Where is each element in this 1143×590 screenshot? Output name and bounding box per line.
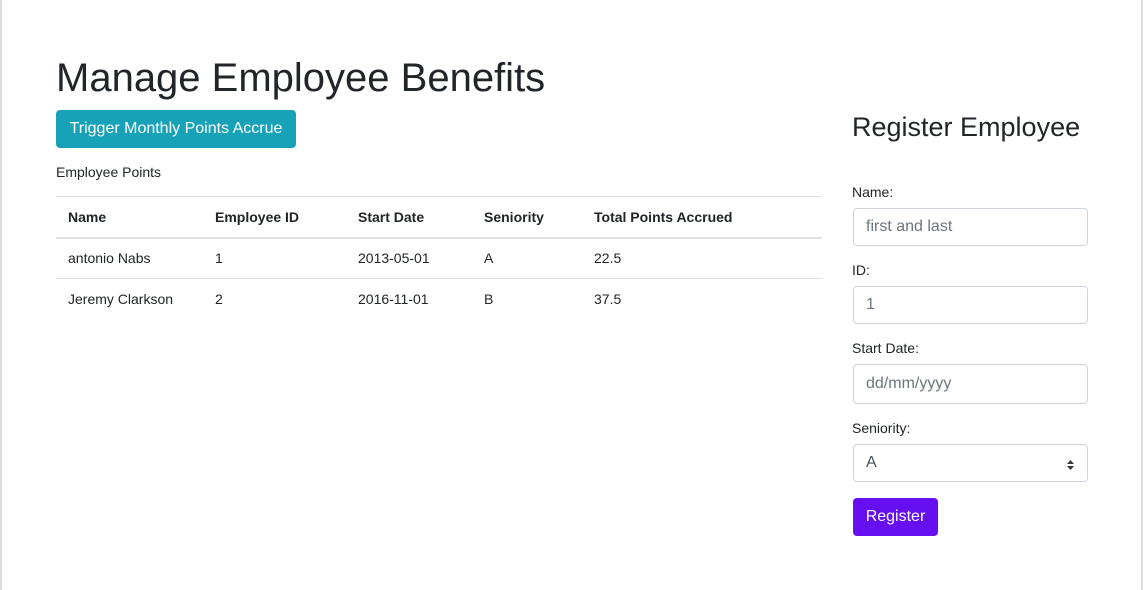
table-row: Jeremy Clarkson 2 2016-11-01 B 37.5 [56, 279, 822, 320]
page: Manage Employee Benefits Trigger Monthly… [0, 0, 1143, 590]
register-title: Register Employee [852, 112, 1081, 142]
id-label: ID: [852, 262, 870, 278]
register-button[interactable]: Register [853, 498, 938, 536]
cell-seniority: A [472, 237, 582, 279]
employee-points-caption: Employee Points [56, 164, 162, 180]
cell-employee-id: 2 [215, 291, 223, 308]
select-caret-icon [1066, 458, 1075, 470]
column-header-employee-id: Employee ID [203, 196, 346, 239]
cell-total-points: 22.5 [582, 237, 822, 279]
seniority-select[interactable]: A [853, 444, 1088, 482]
seniority-selected-value: A [866, 454, 877, 471]
column-header-total-points: Total Points Accrued [582, 196, 822, 239]
page-title: Manage Employee Benefits [56, 56, 546, 100]
name-input[interactable] [853, 208, 1088, 246]
cell-employee-id: 1 [203, 237, 346, 279]
seniority-label: Seniority: [852, 420, 911, 436]
cell-name: Jeremy Clarkson [68, 291, 174, 308]
name-label: Name: [852, 184, 894, 200]
table-row: antonio Nabs 1 2013-05-01 A 22.5 [56, 237, 822, 279]
table-header-row: Name Employee ID Start Date Seniority To… [56, 196, 822, 239]
cell-name: antonio Nabs [56, 237, 203, 279]
start-date-input[interactable] [853, 364, 1088, 404]
column-header-start-date: Start Date [346, 196, 472, 239]
cell-start-date: 2016-11-01 [358, 291, 429, 308]
cell-start-date: 2013-05-01 [346, 237, 472, 279]
cell-total-points: 37.5 [594, 291, 622, 308]
column-header-seniority: Seniority [472, 196, 582, 239]
column-header-name: Name [56, 196, 203, 239]
cell-seniority: B [484, 291, 494, 308]
start-date-label: Start Date: [852, 340, 919, 356]
employee-points-table: Name Employee ID Start Date Seniority To… [56, 196, 822, 320]
id-input[interactable] [853, 286, 1088, 324]
trigger-accrue-button[interactable]: Trigger Monthly Points Accrue [56, 110, 296, 148]
